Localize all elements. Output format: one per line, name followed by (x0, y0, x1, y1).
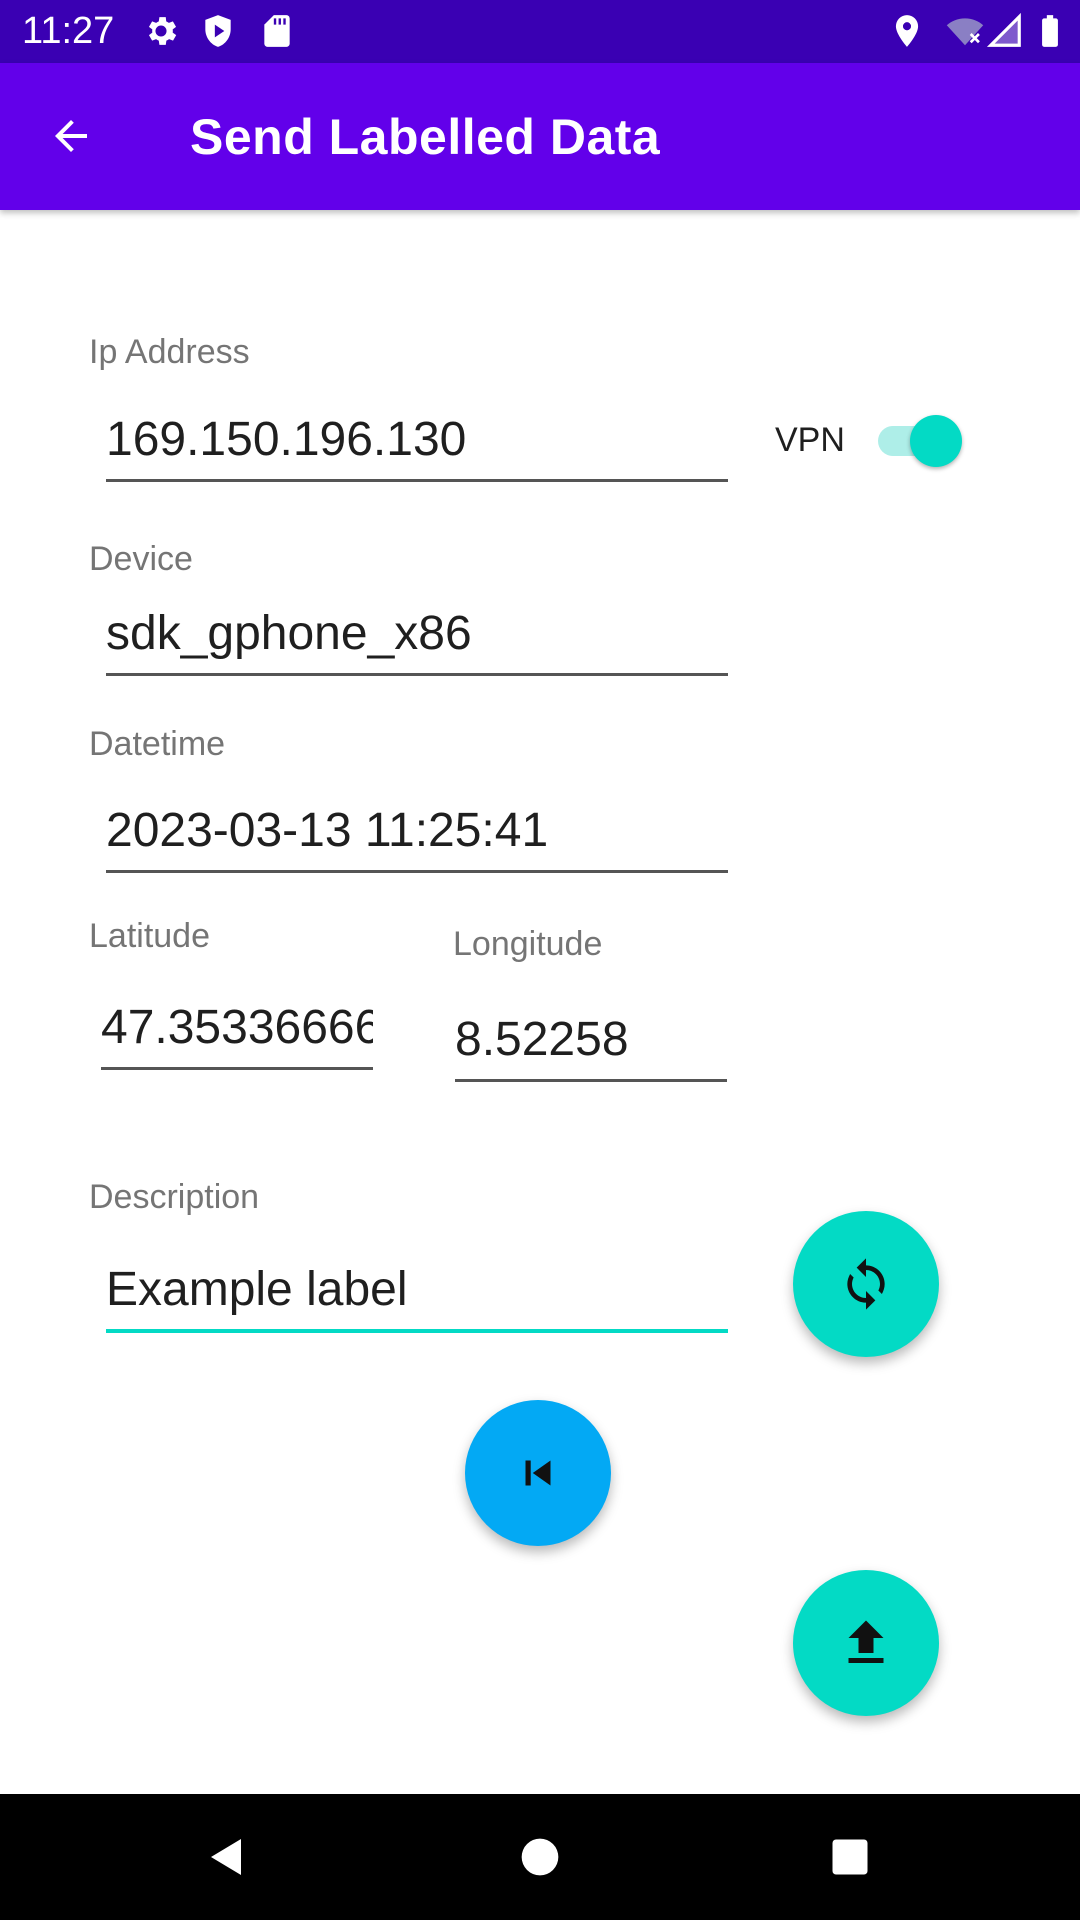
shield-play-icon (205, 15, 231, 47)
home-circle-icon (521, 1838, 559, 1876)
sd-card-icon (264, 15, 290, 47)
refresh-icon (847, 1258, 885, 1310)
refresh-button[interactable] (793, 1211, 939, 1357)
nav-back-button[interactable] (196, 1826, 258, 1888)
upload-button[interactable] (793, 1570, 939, 1716)
longitude-label: Longitude (453, 925, 603, 963)
device-input[interactable] (106, 605, 728, 663)
back-triangle-icon (211, 1839, 241, 1875)
app-bar: Send Labelled Data (0, 63, 1080, 210)
latitude-label: Latitude (89, 917, 210, 955)
longitude-field (455, 1006, 727, 1082)
gear-icon (148, 17, 177, 45)
datetime-label: Datetime (89, 725, 226, 763)
vpn-toggle[interactable] (876, 412, 962, 468)
nav-home-button[interactable] (509, 1826, 571, 1888)
description-input[interactable] (106, 1261, 728, 1319)
description-field (106, 1257, 728, 1333)
recents-square-icon (832, 1839, 868, 1875)
back-button[interactable] (38, 103, 104, 169)
navigation-bar (0, 1794, 1080, 1920)
device-field (106, 600, 728, 676)
location-icon (895, 15, 919, 47)
longitude-input[interactable] (455, 1011, 727, 1069)
vpn-toggle-thumb (910, 415, 962, 467)
battery-icon (1042, 15, 1058, 47)
page-title: Send Labelled Data (190, 109, 661, 165)
signal-icon (986, 12, 1021, 47)
nav-recents-button[interactable] (819, 1826, 881, 1888)
ip-address-label: Ip Address (89, 333, 250, 371)
vpn-label: VPN (775, 421, 845, 459)
ip-address-input[interactable] (106, 411, 728, 469)
device-label: Device (89, 540, 193, 578)
ip-address-field (106, 406, 728, 482)
upload-icon (848, 1620, 884, 1663)
skip-previous-icon (525, 1460, 551, 1486)
arrow-back-icon (55, 120, 87, 152)
datetime-input[interactable] (106, 802, 728, 860)
wifi-off-icon (946, 18, 984, 46)
datetime-field (106, 797, 728, 873)
latitude-field (101, 994, 373, 1070)
latitude-input[interactable] (101, 999, 373, 1057)
status-time: 11:27 (22, 10, 115, 52)
status-bar: 11:27 (0, 0, 1080, 63)
previous-button[interactable] (465, 1400, 611, 1546)
description-label: Description (89, 1178, 260, 1216)
